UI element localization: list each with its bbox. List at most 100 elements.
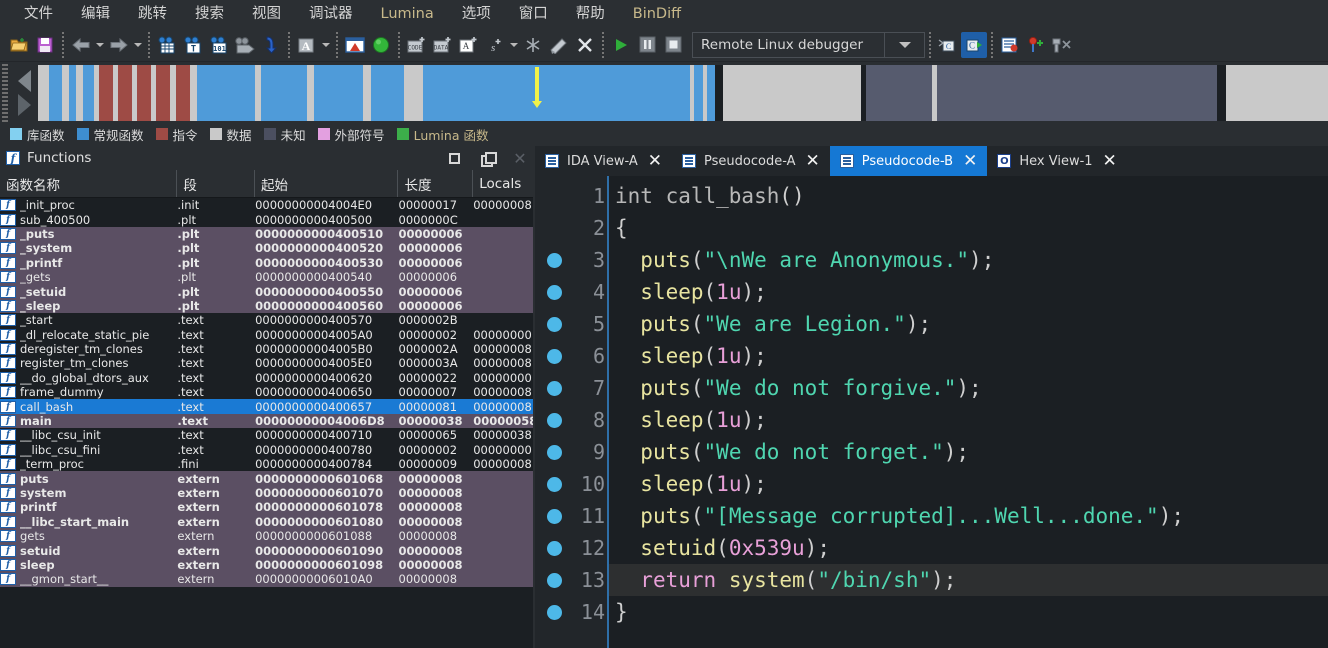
breakpoint-dot-icon[interactable]: [546, 540, 562, 556]
stop-icon[interactable]: [660, 32, 686, 58]
column-header-name[interactable]: 函数名称: [0, 170, 178, 197]
breakpoint-dot-icon[interactable]: [546, 508, 562, 524]
debugger-selector[interactable]: Remote Linux debugger: [692, 31, 885, 58]
float-button[interactable]: [474, 147, 500, 169]
table-row[interactable]: f __libc_csu_fini .text 0000000000400780 000…: [0, 443, 533, 457]
pseudocode-view[interactable]: 1 2 3 4 5 6 7 8 9 10 11 12 13 14 int call_bash(){ put…: [535, 176, 1328, 648]
struct-dropdown-icon[interactable]: [508, 32, 520, 58]
breakpoint-list-icon[interactable]: [997, 32, 1023, 58]
menu-item-4[interactable]: 视图: [238, 1, 295, 27]
breakpoint-slot[interactable]: [535, 564, 573, 596]
code-line[interactable]: sleep(1u);: [609, 468, 1328, 500]
menu-item-8[interactable]: 窗口: [505, 1, 562, 27]
navigation-band[interactable]: [38, 65, 1328, 121]
breakpoint-dot-icon[interactable]: [546, 604, 562, 620]
table-row[interactable]: f printf extern 0000000000601078 00000008: [0, 500, 533, 515]
table-row[interactable]: f system extern 0000000000601070 00000008: [0, 485, 533, 501]
jump-to-number-icon[interactable]: 101: [206, 32, 232, 58]
tab-hex-view-1[interactable]: Hex View-1 ✕: [987, 146, 1126, 176]
breakpoint-slot[interactable]: [535, 212, 573, 244]
edit-function-icon[interactable]: [546, 32, 572, 58]
pause-icon[interactable]: [634, 32, 660, 58]
tab-pseudocode-a[interactable]: Pseudocode-A ✕: [672, 146, 830, 176]
table-row[interactable]: f __libc_start_main extern 0000000000601080…: [0, 514, 533, 529]
rename-icon[interactable]: A: [294, 32, 320, 58]
debugger-selector-dropdown-icon[interactable]: [885, 31, 925, 58]
table-row[interactable]: f gets extern 0000000000601088 00000008: [0, 528, 533, 544]
table-row[interactable]: f frame_dummy .text 0000000000400650 0000000…: [0, 385, 533, 399]
menu-item-3[interactable]: 搜索: [181, 1, 238, 27]
breakpoint-slot[interactable]: [535, 372, 573, 404]
breakpoint-slot[interactable]: [535, 468, 573, 500]
code-line[interactable]: {: [609, 212, 1328, 244]
table-row[interactable]: f _printf .plt 0000000000400530 00000006: [0, 255, 533, 270]
breakpoint-dot-icon[interactable]: [546, 284, 562, 300]
menu-item-9[interactable]: 帮助: [562, 1, 619, 27]
breakpoint-slot[interactable]: [535, 244, 573, 276]
tab-close-icon[interactable]: ✕: [1103, 152, 1117, 170]
graph-overview-icon[interactable]: [342, 32, 368, 58]
tab-close-icon[interactable]: ✕: [806, 152, 820, 170]
maximize-button[interactable]: [441, 147, 467, 169]
make-data-icon[interactable]: DATA: [430, 32, 456, 58]
code-line[interactable]: puts("\nWe are Anonymous.");: [609, 244, 1328, 276]
breakpoint-slot[interactable]: [535, 180, 573, 212]
table-row[interactable]: f _start .text 0000000000400570 0000002B: [0, 313, 533, 327]
column-header-length[interactable]: 长度: [398, 170, 474, 197]
breakpoint-slot[interactable]: [535, 340, 573, 372]
open-folder-icon[interactable]: [6, 32, 32, 58]
table-row[interactable]: f _setuid .plt 0000000000400550 00000006: [0, 284, 533, 299]
table-row[interactable]: f _puts .plt 0000000000400510 00000006: [0, 226, 533, 242]
delete-function-icon[interactable]: [572, 32, 598, 58]
step-over-icon[interactable]: C: [935, 32, 961, 58]
menu-item-5[interactable]: 调试器: [295, 1, 367, 27]
jump-to-text-icon[interactable]: T: [180, 32, 206, 58]
search-binary-icon[interactable]: [232, 32, 258, 58]
undefine-icon[interactable]: [520, 32, 546, 58]
menu-item-0[interactable]: 文件: [10, 1, 67, 27]
breakpoint-slot[interactable]: [535, 500, 573, 532]
code-lines[interactable]: int call_bash(){ puts("\nWe are Anonymou…: [607, 176, 1328, 648]
table-row[interactable]: f _gets .plt 0000000000400540 00000006: [0, 269, 533, 285]
code-line[interactable]: puts("We do not forgive.");: [609, 372, 1328, 404]
menu-item-6[interactable]: Lumina: [367, 1, 448, 27]
make-code-icon[interactable]: CODE: [404, 32, 430, 58]
breakpoint-dot-icon[interactable]: [546, 572, 562, 588]
breakpoint-dot-icon[interactable]: [546, 380, 562, 396]
watch-icon[interactable]: [1049, 32, 1075, 58]
table-row[interactable]: f deregister_tm_clones .text 00000000004005…: [0, 342, 533, 356]
menu-item-10[interactable]: BinDiff: [619, 1, 695, 27]
tab-pseudocode-b[interactable]: Pseudocode-B ✕: [829, 146, 988, 176]
code-line[interactable]: sleep(1u);: [609, 276, 1328, 308]
add-breakpoint-icon[interactable]: [1023, 32, 1049, 58]
tab-close-icon[interactable]: ✕: [963, 152, 977, 170]
code-line[interactable]: int call_bash(): [609, 180, 1328, 212]
breakpoint-slot[interactable]: [535, 596, 573, 628]
code-line[interactable]: setuid(0x539u);: [609, 532, 1328, 564]
forward-dropdown-icon[interactable]: [132, 32, 144, 58]
code-line[interactable]: sleep(1u);: [609, 340, 1328, 372]
table-row[interactable]: f _term_proc .fini 0000000000400784 00000009…: [0, 457, 533, 471]
save-icon[interactable]: [32, 32, 58, 58]
column-header-segment[interactable]: 段: [177, 170, 256, 197]
tab-close-icon[interactable]: ✕: [648, 152, 662, 170]
breakpoint-dot-icon[interactable]: [546, 252, 562, 268]
breakpoint-slot[interactable]: [535, 308, 573, 340]
menu-item-2[interactable]: 跳转: [124, 1, 181, 27]
navband-forward-icon[interactable]: [17, 94, 31, 116]
breakpoint-slot[interactable]: [535, 532, 573, 564]
code-line[interactable]: puts("We do not forget.");: [609, 436, 1328, 468]
table-row[interactable]: f call_bash .text 0000000000400657 00000081 0…: [0, 399, 533, 414]
code-line[interactable]: puts("We are Legion.");: [609, 308, 1328, 340]
table-row[interactable]: f _init_proc .init 00000000004004E0 00000017…: [0, 198, 533, 212]
table-row[interactable]: f __libc_csu_init .text 0000000000400710 000…: [0, 428, 533, 442]
tab-ida-view-a[interactable]: IDA View-A ✕: [535, 146, 672, 176]
jump-to-address-icon[interactable]: [154, 32, 180, 58]
menu-item-7[interactable]: 选项: [448, 1, 505, 27]
navigate-forward-icon[interactable]: [106, 32, 132, 58]
code-line[interactable]: puts("[Message corrupted]...Well...done.…: [609, 500, 1328, 532]
breakpoint-dot-icon[interactable]: [546, 348, 562, 364]
rename-dropdown-icon[interactable]: [320, 32, 332, 58]
breakpoint-slot[interactable]: [535, 436, 573, 468]
table-row[interactable]: f __do_global_dtors_aux .text 0000000000400…: [0, 371, 533, 385]
